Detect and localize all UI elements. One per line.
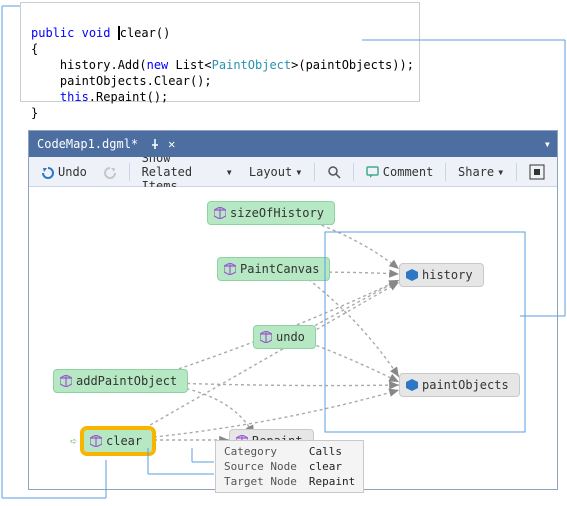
tooltip-key-source: Source Node (224, 460, 297, 473)
comment-icon (366, 165, 380, 179)
tooltip-val-target: Repaint (309, 475, 355, 488)
method-icon (90, 435, 102, 447)
current-location-icon: ➪ (70, 434, 77, 448)
comment-button[interactable]: Comment (360, 162, 440, 182)
redo-icon (103, 165, 117, 179)
pin-icon[interactable] (150, 139, 160, 149)
window-menu-dropdown-icon[interactable]: ▾ (544, 137, 551, 151)
node-history[interactable]: history (399, 263, 484, 287)
method-icon (260, 331, 272, 343)
keyword-public: public (31, 26, 74, 40)
tooltip-key-category: Category (224, 445, 297, 458)
search-button[interactable] (321, 162, 347, 182)
keyword-void: void (82, 26, 111, 40)
chevron-down-icon: ▾ (497, 165, 504, 179)
undo-button[interactable]: Undo (35, 162, 93, 182)
method-icon (224, 263, 236, 275)
method-icon (60, 375, 72, 387)
node-paintobjects[interactable]: paintObjects (399, 373, 520, 397)
node-addpaintobject[interactable]: addPaintObject (53, 369, 188, 393)
codemap-toolbar: Undo Show Related Items ▾ Layout ▾ Comme… (29, 157, 557, 187)
undo-icon (41, 165, 55, 179)
close-icon[interactable]: ✕ (168, 137, 175, 151)
node-sizeofhistory[interactable]: sizeOfHistory (207, 201, 335, 225)
layout-button[interactable]: Layout ▾ (243, 162, 309, 182)
redo-button[interactable] (97, 162, 123, 182)
method-name: clear (120, 26, 156, 40)
node-undo[interactable]: undo (253, 325, 316, 349)
codemap-window: CodeMap1.dgml* ✕ ▾ Undo Show Related Ite… (28, 130, 558, 490)
tab-title[interactable]: CodeMap1.dgml* (37, 137, 138, 151)
fit-button[interactable] (523, 161, 551, 183)
edge-tooltip: Category Calls Source Node clear Target … (215, 440, 364, 493)
node-paintcanvas[interactable]: PaintCanvas (217, 257, 330, 281)
codemap-titlebar: CodeMap1.dgml* ✕ ▾ (29, 131, 557, 157)
tooltip-val-source: clear (309, 460, 355, 473)
chevron-down-icon: ▾ (295, 165, 302, 179)
fit-to-screen-icon (529, 164, 545, 180)
tooltip-key-target: Target Node (224, 475, 297, 488)
node-clear[interactable]: ➪ clear (83, 429, 153, 453)
tooltip-val-category: Calls (309, 445, 355, 458)
field-icon (406, 269, 418, 281)
method-icon (214, 207, 226, 219)
field-icon (406, 379, 418, 391)
search-icon (327, 165, 341, 179)
code-editor-panel: public void clear() { history.Add(new Li… (20, 2, 420, 102)
share-button[interactable]: Share ▾ (452, 162, 510, 182)
chevron-down-icon: ▾ (226, 165, 233, 179)
